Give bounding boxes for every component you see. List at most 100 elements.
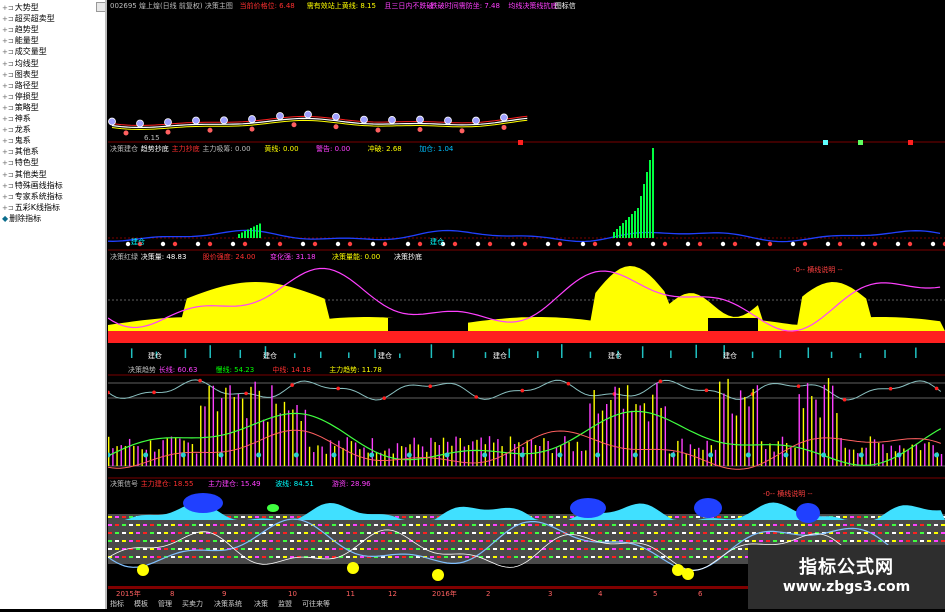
trend-bar	[271, 385, 273, 466]
tree-folder-item[interactable]: +⊐均线型	[2, 59, 39, 69]
tree-folder-item[interactable]: +⊐成交量型	[2, 47, 47, 57]
signal-marker	[244, 391, 248, 396]
signal-marker	[650, 241, 656, 247]
price-low-label: 6.15	[144, 134, 160, 142]
signal-marker	[428, 384, 433, 389]
tree-folder-item[interactable]: +⊐能量型	[2, 36, 39, 46]
signal-marker	[858, 452, 864, 458]
trend-bar	[568, 442, 570, 466]
volume-bar	[619, 226, 621, 238]
signal-dash	[115, 540, 119, 542]
signal-dash	[920, 540, 924, 542]
trend-bar	[622, 408, 625, 466]
signal-dash	[591, 524, 595, 526]
trend-bar	[610, 399, 612, 466]
signal-marker	[152, 390, 156, 395]
trend-bar	[308, 446, 311, 466]
tree-folder-item[interactable]: +⊐特色型	[2, 158, 39, 168]
tree-folder-item[interactable]: +⊐超买超卖型	[2, 14, 55, 24]
signal-dash	[906, 540, 910, 542]
tree-folder-item[interactable]: +⊐神系	[2, 114, 31, 124]
bottom-tab[interactable]: 买卖力	[182, 600, 203, 609]
signal-dash	[668, 556, 672, 558]
signal-dash	[220, 556, 224, 558]
chart-canvas[interactable]	[105, 0, 945, 609]
trend-bar	[668, 453, 671, 466]
tree-folder-item[interactable]: +⊐其他系	[2, 147, 39, 157]
volume-bar	[631, 214, 633, 238]
trend-bar	[451, 445, 453, 466]
volume-bar	[244, 231, 246, 238]
volume-bar	[643, 184, 645, 238]
signal-dash	[318, 532, 322, 534]
signal-marker	[545, 241, 551, 247]
signal-dash	[430, 532, 434, 534]
trend-bar	[317, 445, 319, 466]
tree-folder-item[interactable]: +⊐鬼系	[2, 136, 31, 146]
bottom-tab[interactable]: 指标	[110, 600, 124, 609]
chart-area[interactable]: 002695 煌上煌(日线 前复权) 决策主图 当前价格位: 6.48 需有效站上黄…	[105, 0, 945, 609]
signal-dash	[822, 540, 826, 542]
bottom-tab[interactable]: 决策	[254, 600, 268, 609]
trend-bar	[505, 452, 507, 466]
bottom-tab[interactable]: 监盟	[278, 600, 292, 609]
bottom-tab[interactable]: 决策系统	[214, 600, 242, 609]
signal-dash	[458, 540, 462, 542]
tree-folder-item[interactable]: +⊐策略型	[2, 103, 39, 113]
volume-bar	[670, 350, 672, 358]
trend-bar	[769, 443, 771, 466]
tree-folder-item[interactable]: +⊐趋势型	[2, 25, 39, 35]
bottom-tab[interactable]: 管理	[158, 600, 172, 609]
signal-marker	[164, 118, 172, 127]
expand-folder-icon: +⊐	[2, 170, 14, 179]
signal-dash	[808, 540, 812, 542]
trend-bar	[292, 409, 294, 466]
signal-dash	[584, 524, 588, 526]
tree-folder-item[interactable]: +⊐特殊画线指标	[2, 181, 63, 191]
signal-dash	[682, 548, 686, 550]
panel3-header-label: 决策量能: 0.00	[332, 253, 381, 261]
volume-bar	[634, 211, 636, 238]
signal-dash	[724, 524, 728, 526]
tree-leaf-item[interactable]: ◆删除指标	[2, 214, 41, 224]
jiancang-label: 建仓	[493, 352, 507, 360]
tree-folder-item[interactable]: +⊐专家系统指标	[2, 192, 63, 202]
signal-marker	[732, 241, 738, 247]
signal-dash	[528, 524, 532, 526]
bottom-tab[interactable]: 模板	[134, 600, 148, 609]
signal-dash	[549, 532, 553, 534]
tree-folder-item[interactable]: +⊐其他类型	[2, 170, 47, 180]
signal-dash	[864, 516, 868, 518]
volume-bar	[751, 351, 754, 358]
signal-marker	[265, 241, 271, 247]
tree-item-label: 图表型	[14, 69, 39, 79]
trend-bar	[145, 449, 148, 466]
signal-dash	[829, 540, 833, 542]
signal-dash	[164, 532, 168, 534]
signal-marker	[907, 241, 913, 247]
signal-dash	[353, 524, 357, 526]
signal-marker	[802, 241, 808, 247]
tree-folder-item[interactable]: +⊐大势型	[2, 3, 39, 13]
tree-folder-item[interactable]: +⊐路径型	[2, 81, 39, 91]
signal-marker	[930, 241, 936, 247]
tree-folder-item[interactable]: +⊐图表型	[2, 70, 39, 80]
tree-folder-item[interactable]: +⊐龙系	[2, 125, 31, 135]
tree-folder-item[interactable]: +⊐五彩K线指标	[2, 203, 60, 213]
bottom-tab[interactable]: 可往来等	[302, 600, 330, 609]
expand-folder-icon: +⊐	[2, 103, 14, 112]
signal-dash	[710, 524, 714, 526]
signal-dash	[577, 532, 581, 534]
signal-dash	[171, 556, 175, 558]
signal-dash	[283, 540, 287, 542]
tree-folder-item[interactable]: +⊐停损型	[2, 92, 39, 102]
tree-scroll-button[interactable]	[96, 2, 105, 12]
trend-bar	[497, 439, 499, 466]
signal-dash	[885, 524, 889, 526]
signal-dash	[157, 532, 161, 534]
trend-bar	[212, 385, 215, 466]
signal-marker	[697, 241, 703, 247]
watermark: 指标公式网 www.zbgs3.com	[748, 545, 945, 609]
signal-dash	[171, 532, 175, 534]
signal-dash	[493, 532, 497, 534]
